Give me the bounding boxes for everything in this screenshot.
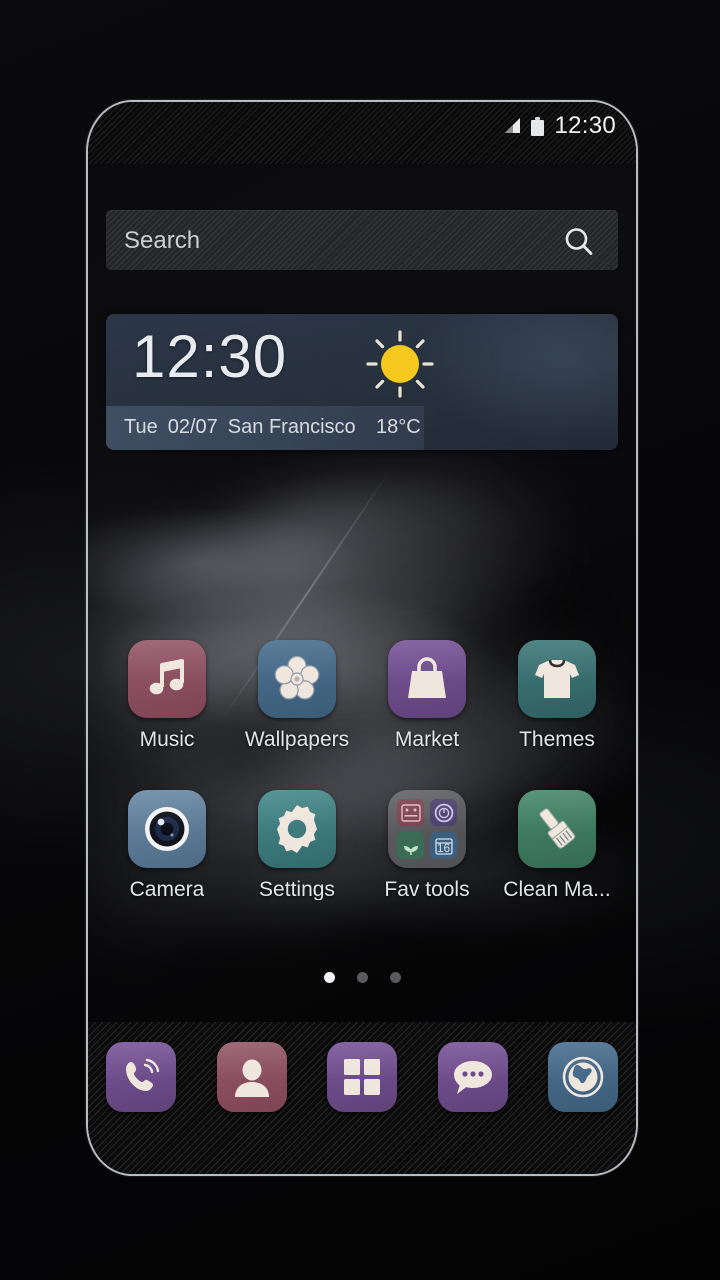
- widget-temperature: 18°C: [376, 416, 421, 438]
- settings-tile[interactable]: [258, 790, 336, 868]
- plant-mini-icon: [397, 832, 424, 859]
- app-item-wallpapers[interactable]: Wallpapers: [232, 640, 362, 750]
- music-tile[interactable]: [128, 640, 206, 718]
- sun-icon: [364, 328, 436, 400]
- calendar-day-number: 16: [436, 840, 451, 855]
- status-bar-indicators: 12:30: [503, 114, 616, 138]
- app-label: Fav tools: [384, 879, 470, 900]
- flower-icon: [258, 640, 336, 718]
- market-tile[interactable]: [388, 640, 466, 718]
- music-note-icon: [128, 640, 206, 718]
- page-dot-3[interactable]: [389, 972, 401, 983]
- app-item-clean-master[interactable]: Clean Ma...: [492, 790, 622, 900]
- message-icon: [438, 1042, 508, 1112]
- dock-item-contacts[interactable]: [216, 1042, 287, 1112]
- app-label: Settings: [259, 879, 335, 900]
- app-label: Camera: [129, 879, 205, 900]
- widget-date-location: Tue 02/07 San Francisco: [124, 416, 366, 439]
- app-row: Camera Settings 16 Fav tools Clean Ma...: [102, 790, 622, 900]
- clock-mini-icon: [430, 799, 457, 826]
- wallpapers-tile[interactable]: [258, 640, 336, 718]
- app-label: Clean Ma...: [503, 879, 611, 900]
- widget-day: Tue: [124, 416, 158, 438]
- widget-time: 12:30: [132, 323, 288, 390]
- battery-icon: [531, 116, 545, 136]
- page-indicator[interactable]: [88, 972, 636, 983]
- dock-item-apps[interactable]: [327, 1042, 397, 1112]
- phone-frame: 12:30 Search 12:30 Tue 02/07 San Francis…: [86, 100, 638, 1176]
- contact-icon: [217, 1042, 287, 1112]
- calendar-mini-icon: 16: [430, 832, 457, 859]
- search-icon[interactable]: [562, 225, 596, 264]
- app-grid: Music Wallpapers Market Themes Camera Se…: [102, 640, 622, 940]
- app-label: Themes: [519, 729, 595, 750]
- dock-item-messages[interactable]: [437, 1042, 508, 1112]
- app-item-settings[interactable]: Settings: [232, 790, 362, 900]
- dock-items: [106, 1042, 618, 1112]
- page-dot-2[interactable]: [356, 972, 368, 983]
- search-input[interactable]: Search: [124, 227, 200, 255]
- folder-icon[interactable]: 16: [388, 790, 466, 868]
- calculator-mini-icon: [397, 799, 424, 826]
- widget-date: 02/07: [167, 416, 218, 438]
- app-item-camera[interactable]: Camera: [102, 790, 232, 900]
- clean-master-tile[interactable]: [518, 790, 596, 868]
- globe-icon: [548, 1042, 618, 1112]
- app-item-themes[interactable]: Themes: [492, 640, 622, 750]
- themes-tile[interactable]: [518, 640, 596, 718]
- page-dot-1[interactable]: [323, 972, 335, 983]
- status-bar: 12:30: [88, 102, 636, 164]
- status-bar-time: 12:30: [554, 112, 616, 139]
- screenshot-root: 12:30 Search 12:30 Tue 02/07 San Francis…: [0, 0, 720, 1280]
- tshirt-icon: [518, 640, 596, 718]
- gear-icon: [258, 790, 336, 868]
- dock-item-browser[interactable]: [548, 1042, 618, 1112]
- app-item-fav-tools[interactable]: 16 Fav tools: [362, 790, 492, 900]
- shopping-bag-icon: [388, 640, 466, 718]
- camera-tile[interactable]: [128, 790, 206, 868]
- dock: [88, 1022, 636, 1174]
- camera-lens-icon: [128, 790, 206, 868]
- app-drawer-icon: [327, 1042, 397, 1112]
- app-item-music[interactable]: Music: [102, 640, 232, 750]
- widget-city: San Francisco: [227, 416, 356, 438]
- app-label: Music: [139, 729, 195, 750]
- phone-icon: [106, 1042, 176, 1112]
- phone-screen: 12:30 Search 12:30 Tue 02/07 San Francis…: [88, 102, 636, 1174]
- dock-item-phone[interactable]: [106, 1042, 176, 1112]
- app-row: Music Wallpapers Market Themes: [102, 640, 622, 750]
- app-label: Market: [394, 729, 460, 750]
- widget-glow: [413, 314, 618, 444]
- app-label: Wallpapers: [244, 729, 350, 750]
- brush-icon: [518, 790, 596, 868]
- app-item-market[interactable]: Market: [362, 640, 492, 750]
- signal-triangle-icon: [503, 118, 521, 134]
- clock-weather-widget[interactable]: 12:30 Tue 02/07 San Francisco 18°C: [106, 314, 618, 450]
- search-bar[interactable]: Search: [106, 210, 618, 270]
